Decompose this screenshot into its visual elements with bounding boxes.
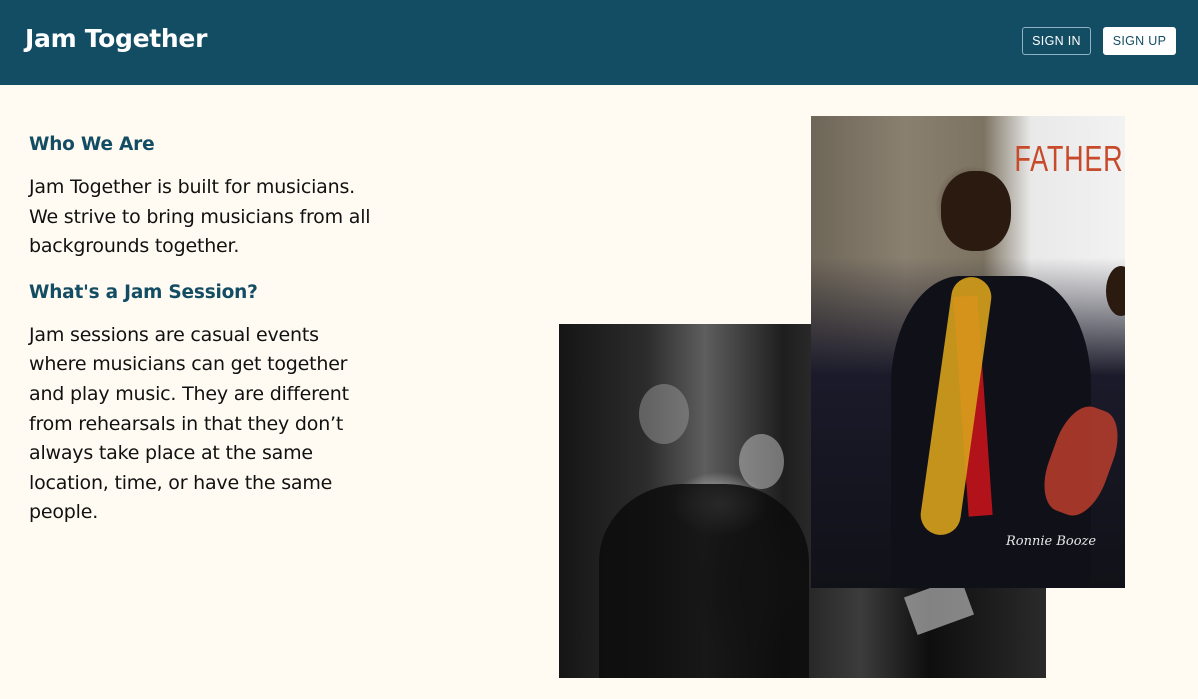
brand-logo[interactable]: Jam Together [25, 24, 207, 53]
who-we-are-heading: Who We Are [29, 134, 155, 155]
sign-up-button[interactable]: SIGN UP [1103, 27, 1176, 55]
who-we-are-text: Jam Together is built for musicians. We … [29, 176, 371, 258]
about-section: Who We Are Jam Together is built for mus… [29, 134, 379, 528]
jam-session-text: Jam sessions are casual events where mus… [29, 323, 349, 524]
top-navbar: Jam Together SIGN IN SIGN UP [0, 0, 1198, 85]
sign-in-button[interactable]: SIGN IN [1022, 27, 1091, 55]
jam-session-heading: What's a Jam Session? [29, 281, 258, 303]
poster-text: FATHER [1013, 138, 1123, 179]
photographer-watermark: Ronnie Booze [1006, 534, 1097, 549]
saxophonist-photo: FATHER Ronnie Booze [811, 116, 1125, 588]
